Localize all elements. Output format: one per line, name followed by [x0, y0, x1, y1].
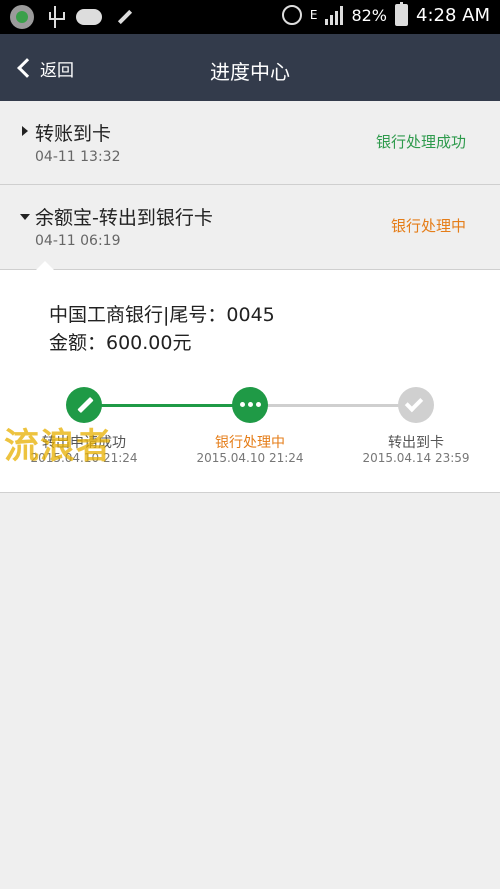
step-3-date: 2015.04.14 23:59 — [362, 451, 470, 465]
pen-icon — [114, 7, 134, 27]
expand-arrow-icon — [22, 126, 28, 136]
pencil-icon — [77, 396, 94, 414]
more-dots-icon — [240, 402, 261, 407]
progress-line-pending — [250, 404, 416, 407]
record-title: 余额宝-转出到银行卡 — [35, 207, 213, 229]
record-title: 转账到卡 — [35, 123, 112, 145]
network-type: E — [309, 8, 318, 22]
status-bar: E 82% 4:28 AM — [0, 0, 500, 34]
record-status: 银行处理中 — [390, 217, 466, 235]
clock: 4:28 AM — [416, 4, 490, 26]
check-icon — [404, 393, 424, 413]
progress-line-done — [84, 404, 250, 407]
panel-pointer — [35, 261, 55, 271]
collapse-arrow-icon — [20, 214, 30, 220]
alarm-icon — [281, 5, 302, 25]
signal-icon — [325, 5, 344, 25]
cloud-icon — [76, 9, 102, 25]
usb-icon — [46, 6, 65, 28]
record-time: 04-11 13:32 — [35, 149, 121, 165]
watermark: 流浪者 — [4, 427, 113, 467]
app-notification-icon — [10, 5, 34, 29]
record-item-yuebao-withdraw[interactable]: 余额宝-转出到银行卡 04-11 06:19 银行处理中 — [0, 185, 500, 270]
battery-percent: 82% — [351, 5, 387, 25]
step-2-date: 2015.04.10 21:24 — [196, 451, 304, 465]
step-2-circle — [232, 387, 268, 423]
nav-bar: 返回 进度中心 — [0, 34, 500, 101]
record-status: 银行处理成功 — [375, 133, 466, 151]
step-3-label: 转出到卡 — [388, 435, 444, 451]
amount-info: 金额：600.00元 — [49, 332, 192, 354]
record-item-transfer-to-card[interactable]: 转账到卡 04-11 13:32 银行处理成功 — [0, 101, 500, 185]
page-title: 进度中心 — [210, 60, 290, 84]
bank-info: 中国工商银行|尾号：0045 — [49, 304, 275, 326]
step-2-label: 银行处理中 — [215, 435, 285, 451]
battery-icon — [395, 2, 408, 26]
record-time: 04-11 06:19 — [35, 233, 121, 249]
step-3-circle — [398, 387, 434, 423]
